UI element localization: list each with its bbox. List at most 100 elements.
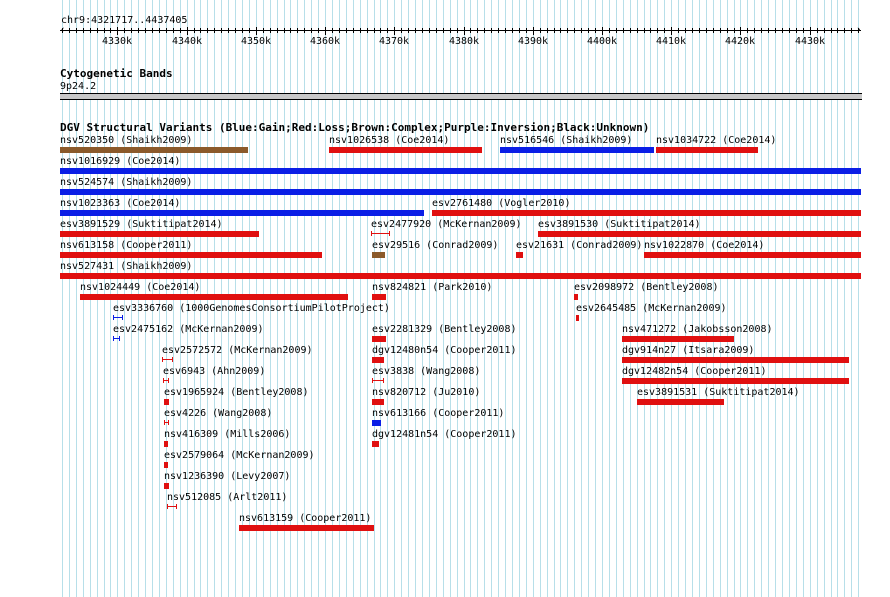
grid-line <box>616 0 617 597</box>
variant-label: esv2475162 (McKernan2009) <box>113 324 264 335</box>
variant-bar[interactable] <box>372 252 385 258</box>
major-tick <box>810 27 811 35</box>
variant-bar[interactable] <box>372 399 384 405</box>
minor-tick <box>796 28 797 33</box>
grid-line <box>664 0 665 597</box>
variant-bar[interactable] <box>162 357 173 362</box>
major-tick <box>187 27 188 35</box>
variant-bar[interactable] <box>60 273 861 279</box>
variant-label: esv21631 (Conrad2009) <box>516 240 643 251</box>
variant-bar[interactable] <box>60 210 424 216</box>
variant-label: nsv416309 (Mills2006) <box>164 429 291 440</box>
minor-tick <box>180 28 181 33</box>
minor-tick <box>567 28 568 33</box>
variant-bar[interactable] <box>167 504 177 509</box>
minor-tick <box>304 28 305 33</box>
variant-bar[interactable] <box>60 147 248 153</box>
variant-bar[interactable] <box>622 378 849 384</box>
variant-label: esv3838 (Wang2008) <box>372 366 481 377</box>
minor-tick <box>484 28 485 33</box>
grid-line <box>470 0 471 597</box>
grid-line <box>415 0 416 597</box>
variant-bar[interactable] <box>622 336 734 342</box>
variant-bar[interactable] <box>60 189 861 195</box>
tick-label: 4360k <box>309 36 341 47</box>
minor-tick <box>727 28 728 33</box>
variant-label: nsv512085 (Arlt2011) <box>167 492 288 503</box>
variant-label: nsv527431 (Shaikh2009) <box>60 261 193 272</box>
variant-bar[interactable] <box>516 252 523 258</box>
minor-tick <box>90 28 91 33</box>
grid-line <box>595 0 596 597</box>
minor-tick <box>270 28 271 33</box>
tick-label: 4350k <box>240 36 272 47</box>
variant-bar[interactable] <box>164 420 169 425</box>
minor-tick <box>422 28 423 33</box>
variant-bar[interactable] <box>574 294 578 300</box>
variant-bar[interactable] <box>644 252 861 258</box>
variant-bar[interactable] <box>372 294 386 300</box>
major-tick <box>602 27 603 35</box>
grid-line <box>747 0 748 597</box>
grid-line <box>803 0 804 597</box>
variant-label: nsv1022870 (Coe2014) <box>644 240 765 251</box>
cytoband-bar[interactable] <box>60 93 862 100</box>
variant-bar[interactable] <box>164 399 169 405</box>
variant-bar[interactable] <box>500 147 654 153</box>
variant-label: nsv516546 (Shaikh2009) <box>500 135 633 146</box>
variant-label: esv4226 (Wang2008) <box>164 408 273 419</box>
minor-tick <box>761 28 762 33</box>
minor-tick <box>657 28 658 33</box>
variant-bar[interactable] <box>656 147 758 153</box>
variant-bar[interactable] <box>239 525 374 531</box>
minor-tick <box>595 28 596 33</box>
variant-bar[interactable] <box>372 336 386 342</box>
variant-bar[interactable] <box>60 168 861 174</box>
variant-label: esv2477920 (McKernan2009) <box>371 219 522 230</box>
variant-bar[interactable] <box>60 231 259 237</box>
variant-label: nsv1236390 (Levy2007) <box>164 471 291 482</box>
variant-label: esv2281329 (Bentley2008) <box>372 324 517 335</box>
minor-tick <box>374 28 375 33</box>
grid-line <box>540 0 541 597</box>
variant-bar[interactable] <box>432 210 861 216</box>
minor-tick <box>713 28 714 33</box>
major-tick <box>533 27 534 35</box>
cytoband-label: 9p24.2 <box>60 81 97 92</box>
variant-bar[interactable] <box>576 315 579 321</box>
variant-bar[interactable] <box>372 357 384 363</box>
variant-bar[interactable] <box>113 315 123 320</box>
grid-line <box>685 0 686 597</box>
minor-tick <box>457 28 458 33</box>
grid-line <box>408 0 409 597</box>
variant-bar[interactable] <box>113 336 120 341</box>
variant-bar[interactable] <box>80 294 348 300</box>
variant-bar[interactable] <box>372 441 379 447</box>
variant-bar[interactable] <box>329 147 482 153</box>
minor-tick <box>429 28 430 33</box>
variant-bar[interactable] <box>371 231 390 236</box>
minor-tick <box>789 28 790 33</box>
minor-tick <box>228 28 229 33</box>
grid-line <box>831 0 832 597</box>
variant-bar[interactable] <box>60 252 322 258</box>
variant-bar[interactable] <box>637 399 724 405</box>
minor-tick <box>387 28 388 33</box>
minor-tick <box>367 28 368 33</box>
variant-bar[interactable] <box>372 378 384 383</box>
variant-bar[interactable] <box>622 357 849 363</box>
variant-label: nsv1024449 (Coe2014) <box>80 282 201 293</box>
variant-bar[interactable] <box>163 378 169 383</box>
grid-line <box>505 0 506 597</box>
variant-bar[interactable] <box>538 231 861 237</box>
minor-tick <box>104 28 105 33</box>
variant-bar[interactable] <box>372 420 381 426</box>
minor-tick <box>623 28 624 33</box>
variant-bar[interactable] <box>164 441 168 447</box>
variant-bar[interactable] <box>164 483 169 489</box>
variant-label: nsv1034722 (Coe2014) <box>656 135 777 146</box>
variant-label: nsv1026538 (Coe2014) <box>329 135 450 146</box>
minor-tick <box>124 28 125 33</box>
variant-bar[interactable] <box>164 462 168 468</box>
minor-tick <box>803 28 804 33</box>
